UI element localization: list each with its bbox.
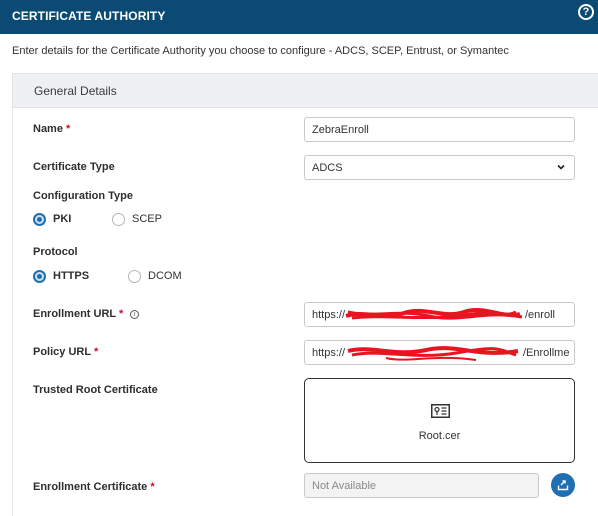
- protocol-dcom-label: DCOM: [148, 270, 182, 282]
- enrollment-certificate-input: Not Available: [304, 473, 539, 498]
- config-type-scep-label: SCEP: [132, 213, 162, 225]
- required-mark: *: [118, 308, 124, 320]
- upload-icon: [557, 480, 569, 491]
- enrollment-url-suffix: /enroll: [525, 309, 555, 321]
- name-label-text: Name: [33, 123, 63, 135]
- protocol-https-label: HTTPS: [53, 270, 90, 282]
- title-bar: CERTIFICATE AUTHORITY ?: [0, 0, 598, 34]
- certificate-type-value: ADCS: [312, 162, 343, 174]
- configuration-type-label: Configuration Type: [33, 190, 134, 202]
- info-icon[interactable]: i: [130, 310, 140, 319]
- trusted-root-dropzone[interactable]: Root.cer: [304, 378, 575, 463]
- certificate-icon: [431, 404, 450, 418]
- chevron-down-icon: [557, 164, 565, 170]
- window-title: CERTIFICATE AUTHORITY: [12, 9, 166, 23]
- policy-url-prefix: https://: [312, 347, 346, 359]
- trusted-root-label: Trusted Root Certificate: [33, 384, 158, 396]
- policy-url-label-text: Policy URL: [33, 346, 91, 358]
- section-title: General Details: [34, 84, 117, 98]
- enrollment-url-label: Enrollment URL * i: [33, 308, 140, 320]
- enrollment-certificate-label: Enrollment Certificate *: [33, 481, 155, 493]
- protocol-dcom-radio[interactable]: [128, 270, 141, 283]
- upload-button[interactable]: [551, 473, 575, 497]
- redaction-scribble: [347, 346, 519, 361]
- redaction-scribble: [345, 308, 523, 320]
- question-circle-icon[interactable]: ?: [578, 4, 594, 20]
- required-mark: *: [150, 481, 155, 493]
- certificate-type-label: Certificate Type: [33, 161, 115, 173]
- intro-text: Enter details for the Certificate Author…: [12, 45, 509, 57]
- certificate-type-select[interactable]: ADCS: [304, 155, 575, 180]
- enrollment-certificate-label-text: Enrollment Certificate: [33, 481, 148, 493]
- policy-url-label: Policy URL *: [33, 346, 98, 358]
- required-mark: *: [93, 346, 99, 358]
- protocol-label: Protocol: [33, 246, 78, 258]
- enrollment-url-prefix: https://: [312, 309, 346, 321]
- section-header: General Details: [13, 74, 598, 108]
- required-mark: *: [66, 123, 71, 135]
- config-type-pki-label: PKI: [53, 213, 72, 225]
- name-input[interactable]: ZebraEnroll: [304, 117, 575, 142]
- protocol-https-radio[interactable]: [33, 270, 46, 283]
- enrollment-url-label-text: Enrollment URL: [33, 308, 116, 320]
- config-type-pki-radio[interactable]: [33, 213, 46, 226]
- certificate-file-name: Root.cer: [418, 430, 461, 442]
- name-label: Name *: [33, 123, 70, 135]
- policy-url-suffix: /Enrollme: [523, 347, 570, 359]
- config-type-scep-radio[interactable]: [112, 213, 125, 226]
